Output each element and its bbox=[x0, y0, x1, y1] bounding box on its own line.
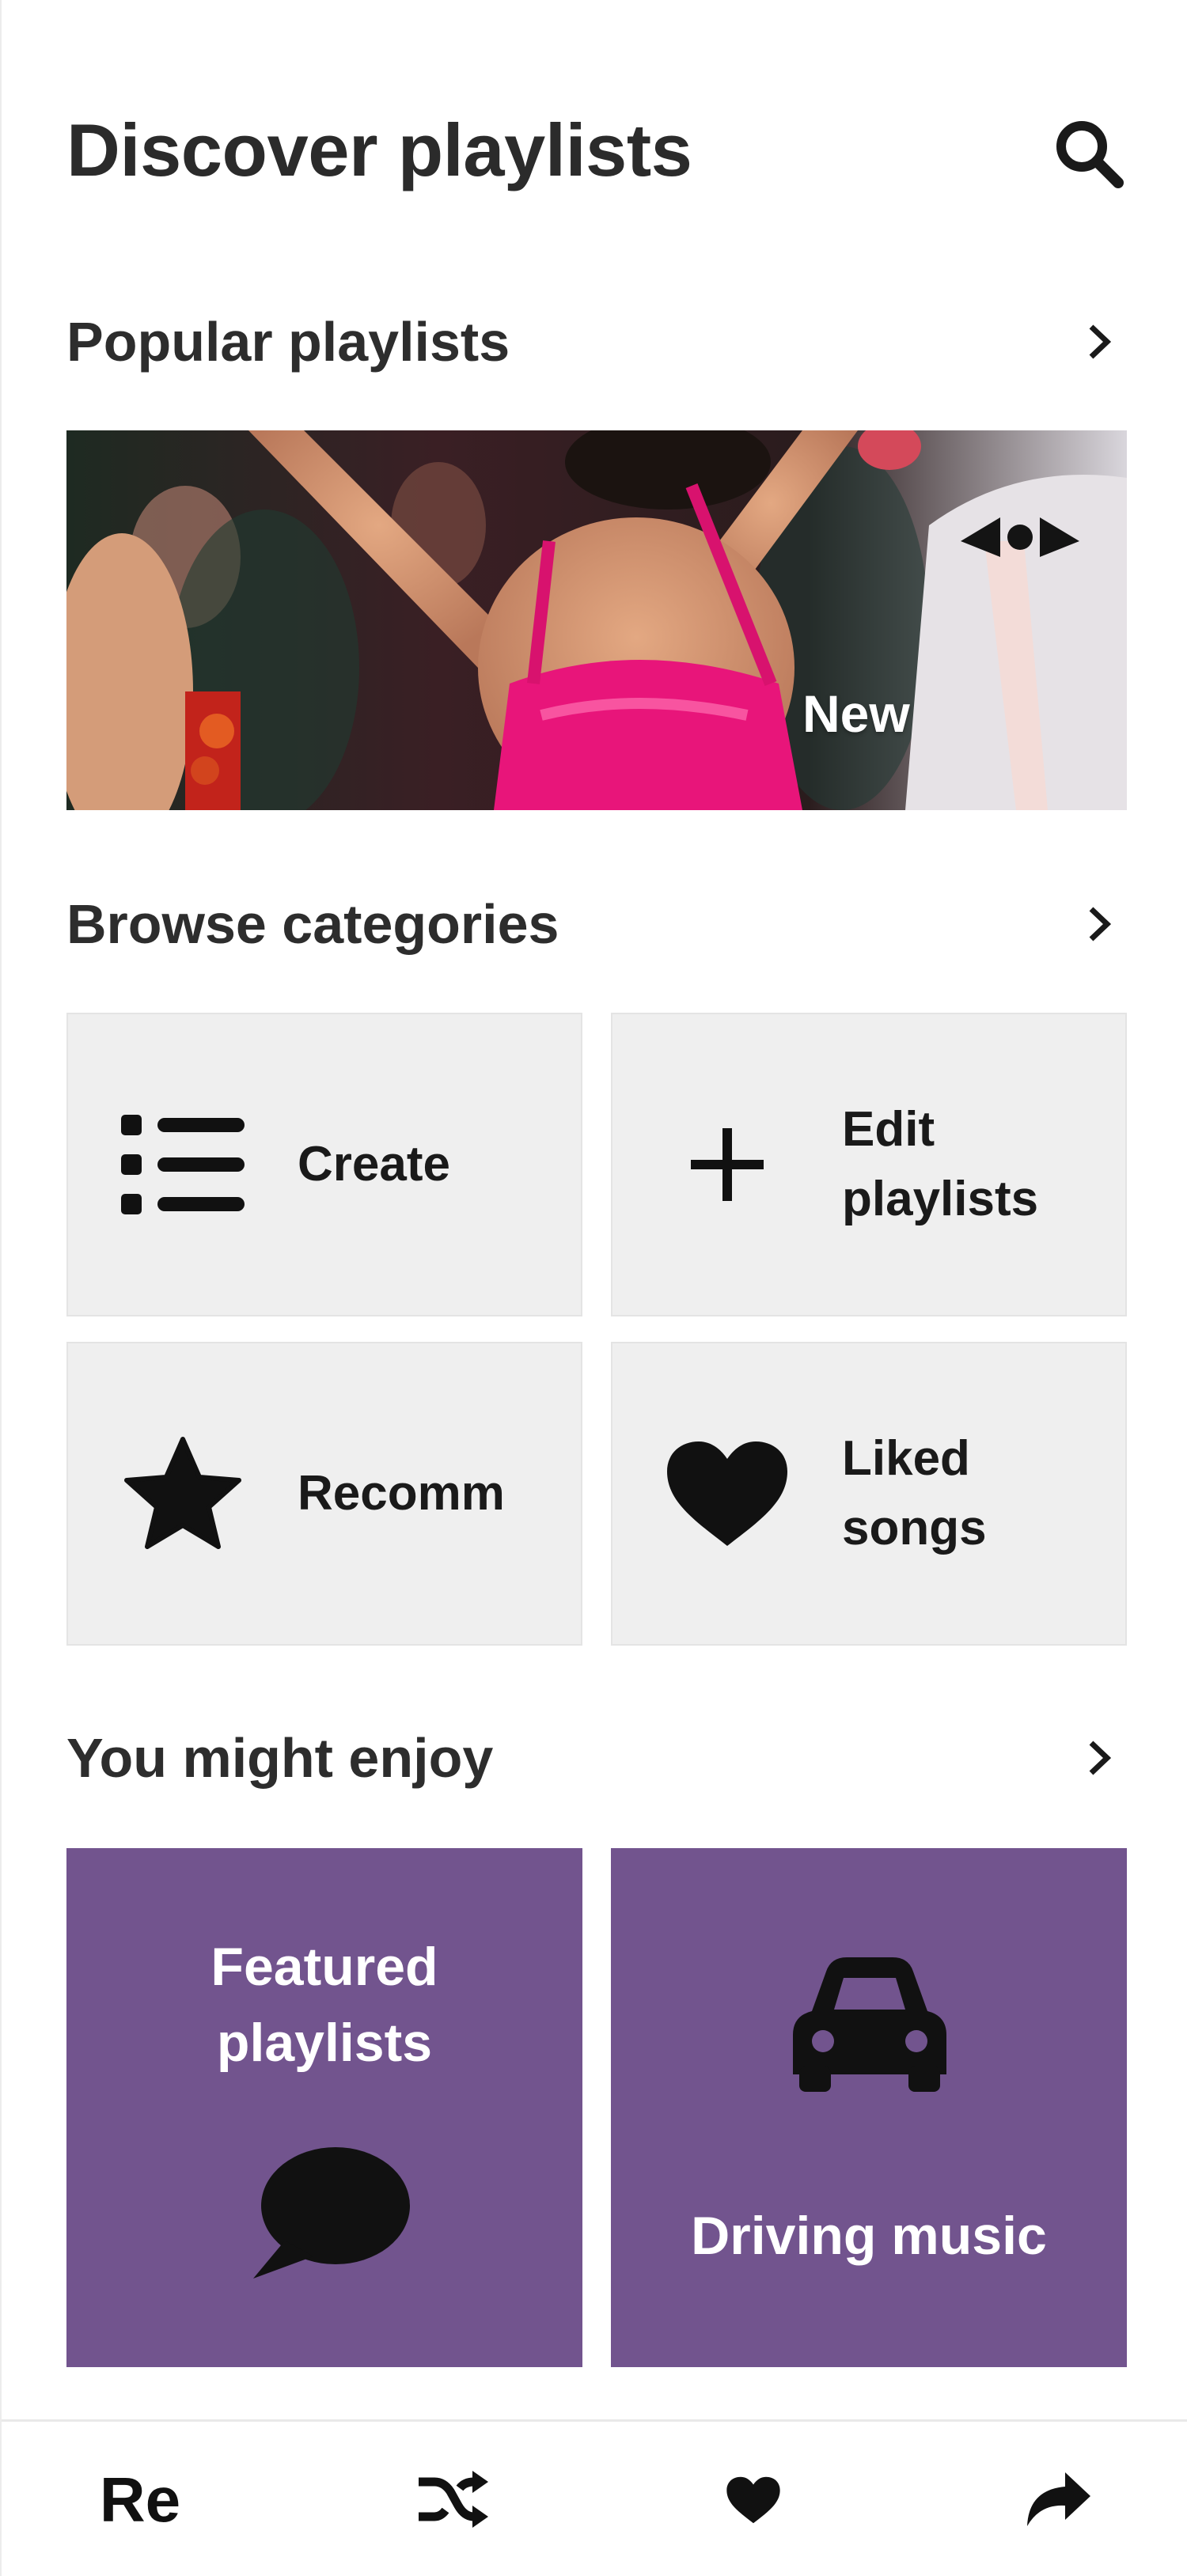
browse-categories-header[interactable]: Browse categories bbox=[66, 885, 1127, 964]
popular-playlists-header[interactable]: Popular playlists bbox=[66, 302, 1127, 381]
star-icon bbox=[68, 1436, 298, 1551]
banner-label: New bbox=[802, 684, 910, 743]
heart-icon bbox=[726, 2476, 780, 2524]
nav-item-favorites[interactable] bbox=[698, 2422, 809, 2576]
nav-item-shuffle[interactable] bbox=[397, 2422, 508, 2576]
section-title: You might enjoy bbox=[66, 1727, 494, 1789]
category-label: Liked songs bbox=[842, 1431, 987, 1555]
list-icon bbox=[68, 1113, 298, 1216]
search-icon bbox=[1056, 121, 1124, 188]
nav-item-share[interactable] bbox=[1002, 2422, 1113, 2576]
discover-page: Discover playlists Popular playlists New… bbox=[0, 0, 1187, 2576]
plus-icon bbox=[612, 1125, 842, 1204]
category-tile-edit-playlists[interactable]: Edit playlists bbox=[611, 1013, 1127, 1316]
category-tile-create[interactable]: Create bbox=[66, 1013, 582, 1316]
category-label: Create bbox=[298, 1137, 450, 1191]
card-label: Featured playlists bbox=[210, 1937, 438, 2073]
nav-item-re[interactable]: Re bbox=[81, 2422, 199, 2576]
driving-music-card[interactable]: Driving music bbox=[611, 1848, 1127, 2367]
chevron-right-icon[interactable] bbox=[1071, 1730, 1127, 1786]
section-title: Browse categories bbox=[66, 893, 559, 955]
car-icon bbox=[793, 1957, 946, 2092]
shuffle-icon bbox=[419, 2471, 488, 2528]
share-icon bbox=[1027, 2472, 1090, 2526]
speech-bubble-icon bbox=[253, 2147, 410, 2279]
chevron-right-icon[interactable] bbox=[1071, 896, 1127, 952]
section-title: Popular playlists bbox=[66, 311, 510, 373]
search-button[interactable] bbox=[1046, 111, 1133, 198]
page-title: Discover playlists bbox=[66, 108, 692, 191]
popular-playlist-banner[interactable]: New bbox=[66, 430, 1127, 810]
party-photo-image bbox=[66, 430, 1127, 810]
category-tile-liked-songs[interactable]: Liked songs bbox=[611, 1342, 1127, 1646]
category-label: Edit playlists bbox=[842, 1102, 1039, 1226]
bottom-navigation-bar: Re bbox=[2, 2419, 1187, 2576]
nav-label: Re bbox=[99, 2464, 181, 2535]
chevron-right-icon[interactable] bbox=[1071, 314, 1127, 369]
card-label: Driving music bbox=[691, 2206, 1047, 2266]
category-label: Recomm bbox=[298, 1466, 503, 1521]
heart-icon bbox=[612, 1438, 842, 1549]
featured-playlists-card[interactable]: Featured playlists bbox=[66, 1848, 582, 2367]
you-might-enjoy-header[interactable]: You might enjoy bbox=[66, 1718, 1127, 1798]
category-tile-recommended[interactable]: Recomm bbox=[66, 1342, 582, 1646]
